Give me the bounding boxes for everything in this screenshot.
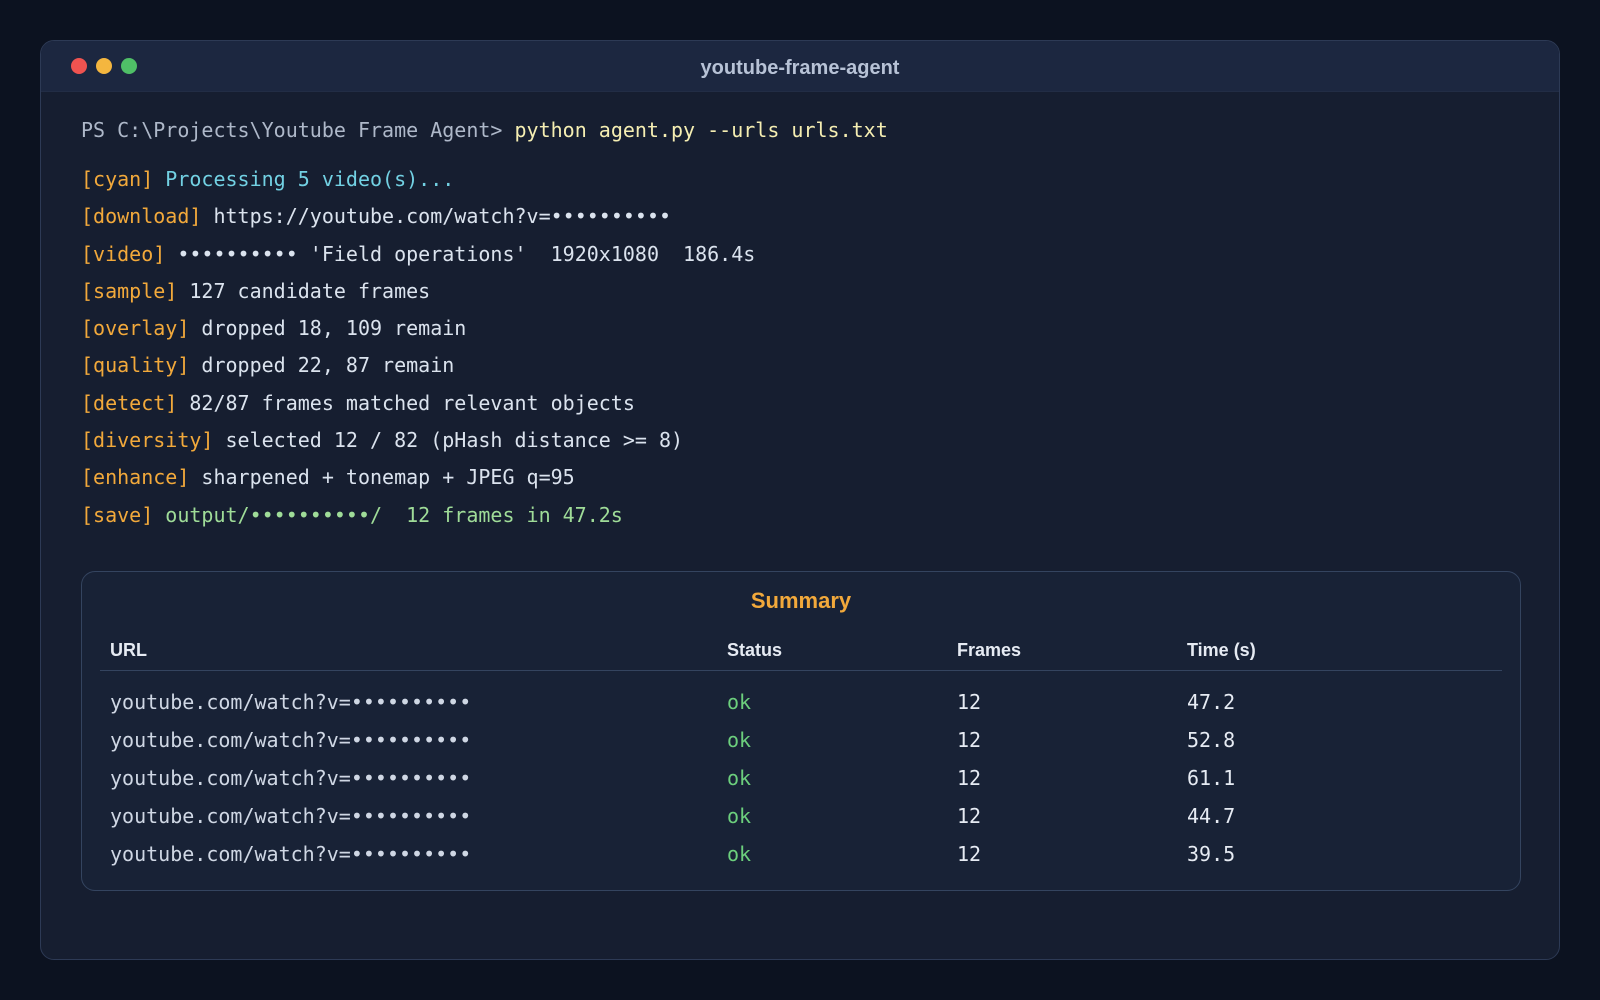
log-tag: [detect] [81, 390, 178, 415]
window-title: youtube-frame-agent [700, 57, 900, 79]
log-output: [cyan] Processing 5 video(s)... [downloa… [81, 161, 1519, 534]
row-time: 39.5 [1187, 842, 1236, 866]
row-time: 47.2 [1187, 690, 1236, 714]
log-line: [cyan] Processing 5 video(s)... [81, 161, 1519, 198]
log-tag: [video] [81, 241, 166, 266]
row-frames: 12 [957, 804, 982, 828]
summary-panel: Summary URL Status Frames Time (s) youtu… [81, 571, 1521, 891]
log-message: selected 12 / 82 (pHash distance >= 8) [213, 428, 684, 453]
table-row: youtube.com/watch?v=•••••••••• ok 12 39.… [100, 838, 1502, 876]
log-line: [download] https://youtube.com/watch?v=•… [81, 198, 1519, 235]
table-row: youtube.com/watch?v=•••••••••• ok 12 61.… [100, 762, 1502, 800]
row-url: youtube.com/watch?v=•••••••••• [110, 842, 472, 866]
row-frames: 12 [957, 728, 982, 752]
row-time: 44.7 [1187, 804, 1236, 828]
table-row: youtube.com/watch?v=•••••••••• ok 12 47.… [100, 686, 1502, 724]
row-frames: 12 [957, 842, 982, 866]
title-bar: youtube-frame-agent [41, 41, 1559, 92]
log-line: [quality] dropped 22, 87 remain [81, 347, 1519, 384]
log-message: https://youtube.com/watch?v=•••••••••• [201, 204, 672, 229]
shell-command: python agent.py --urls urls.txt [514, 118, 888, 142]
log-tag: [sample] [81, 278, 178, 303]
log-line: [overlay] dropped 18, 109 remain [81, 310, 1519, 347]
log-line: [save] output/••••••••••/ 12 frames in 4… [81, 497, 1519, 534]
log-line: [video] •••••••••• 'Field operations' 19… [81, 236, 1519, 273]
terminal-window: youtube-frame-agent PS C:\Projects\Youtu… [40, 40, 1560, 960]
log-message: Processing 5 video(s)... [153, 167, 455, 191]
summary-title: Summary [750, 588, 852, 613]
log-tag: [quality] [81, 353, 190, 378]
table-row: youtube.com/watch?v=•••••••••• ok 12 52.… [100, 724, 1502, 762]
row-status: ok [727, 728, 752, 752]
row-frames: 12 [957, 690, 982, 714]
log-tag: [enhance] [81, 465, 190, 490]
log-message: dropped 18, 109 remain [189, 316, 467, 341]
log-message: sharpened + tonemap + JPEG q=95 [189, 465, 575, 490]
log-message: •••••••••• 'Field operations' 1920x1080 … [165, 241, 756, 266]
row-url: youtube.com/watch?v=•••••••••• [110, 728, 472, 752]
log-line: [detect] 82/87 frames matched relevant o… [81, 385, 1519, 422]
column-header-time: Time (s) [1187, 640, 1256, 660]
row-url: youtube.com/watch?v=•••••••••• [110, 690, 472, 714]
terminal-output[interactable]: PS C:\Projects\Youtube Frame Agent> pyth… [81, 111, 1519, 534]
summary-table-header: URL Status Frames Time (s) [100, 632, 1502, 671]
shell-prompt: PS C:\Projects\Youtube Frame Agent> [81, 118, 515, 142]
row-url: youtube.com/watch?v=•••••••••• [110, 804, 472, 828]
table-row: youtube.com/watch?v=•••••••••• ok 12 44.… [100, 800, 1502, 838]
row-time: 61.1 [1187, 766, 1236, 790]
row-url: youtube.com/watch?v=•••••••••• [110, 766, 472, 790]
log-message: dropped 22, 87 remain [189, 353, 455, 378]
row-status: ok [727, 766, 752, 790]
column-header-url: URL [110, 640, 147, 660]
row-status: ok [727, 842, 752, 866]
log-line: [enhance] sharpened + tonemap + JPEG q=9… [81, 459, 1519, 496]
log-tag: [cyan] [81, 167, 154, 191]
log-tag: [overlay] [81, 316, 190, 341]
row-status: ok [727, 804, 752, 828]
log-message: 82/87 frames matched relevant objects [177, 390, 635, 415]
column-header-status: Status [727, 640, 783, 660]
log-message: output/••••••••••/ 12 frames in 47.2s [153, 502, 623, 527]
log-tag: [diversity] [81, 428, 214, 453]
row-time: 52.8 [1187, 728, 1236, 752]
summary-table-body: youtube.com/watch?v=•••••••••• ok 12 47.… [100, 686, 1502, 876]
log-line: [sample] 127 candidate frames [81, 273, 1519, 310]
log-message: 127 candidate frames [177, 278, 431, 303]
prompt-line: PS C:\Projects\Youtube Frame Agent> pyth… [81, 111, 1519, 149]
row-frames: 12 [957, 766, 982, 790]
column-header-frames: Frames [957, 640, 1022, 660]
log-tag: [download] [81, 204, 202, 229]
log-tag: [save] [81, 502, 154, 527]
row-status: ok [727, 690, 752, 714]
log-line: [diversity] selected 12 / 82 (pHash dist… [81, 422, 1519, 459]
